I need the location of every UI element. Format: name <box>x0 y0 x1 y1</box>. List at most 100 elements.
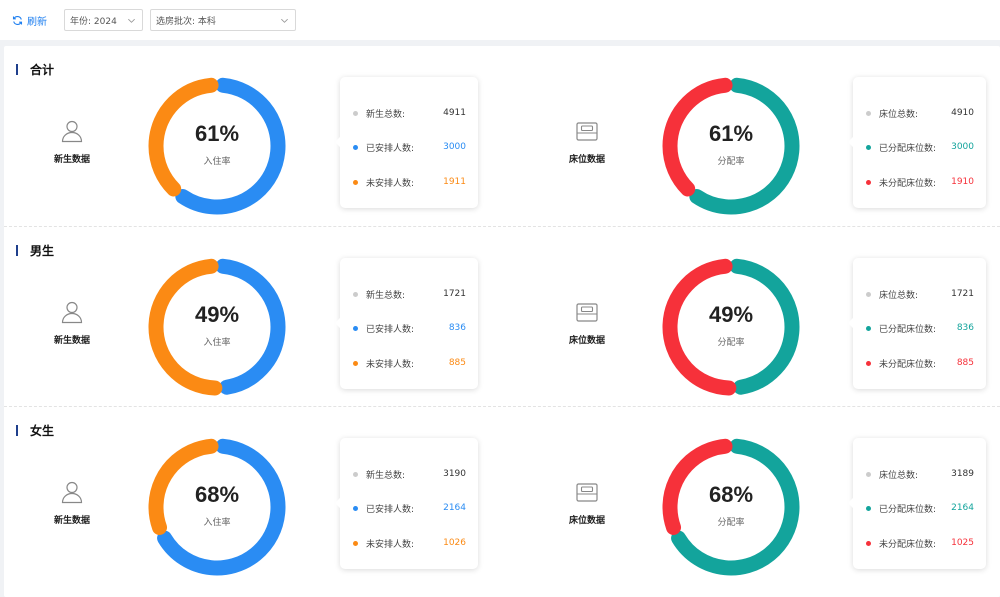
batch-select-value: 本科 <box>197 16 216 27</box>
section-male: 男生 新生数据 49% 入住率 新生总数: 1721 已安排人数: 836 未安… <box>4 226 1000 406</box>
user-icon <box>61 481 83 504</box>
allocation-donut: 61% 分配率 <box>660 75 802 217</box>
donut-percent: 68% <box>194 482 240 507</box>
stat-value: 1911 <box>443 177 466 187</box>
stat-value: 4910 <box>951 108 974 118</box>
legend-dot <box>866 110 871 116</box>
donut-rate-label: 分配率 <box>717 518 745 528</box>
legend-dot <box>866 291 871 297</box>
year-select[interactable]: 年份: 2024 <box>64 9 143 31</box>
bed-block: 床位数据 61% 分配率 床位总数: 4910 已分配床位数: 3000 未分配… <box>517 46 997 226</box>
stat-value: 1721 <box>443 289 466 299</box>
legend-dot <box>353 505 358 511</box>
stat-value: 885 <box>448 358 466 368</box>
stat-label: 未分配床位数: <box>879 539 937 550</box>
stat-label: 未分配床位数: <box>879 178 937 189</box>
section-female: 女生 新生数据 68% 入住率 新生总数: 3190 已安排人数: 2164 未… <box>4 406 1000 586</box>
chevron-down-icon <box>281 18 288 23</box>
donut-rate-label: 分配率 <box>717 157 745 167</box>
student-block: 新生数据 49% 入住率 新生总数: 1721 已安排人数: 836 未安排人数… <box>4 227 484 407</box>
bed-block: 床位数据 49% 分配率 床位总数: 1721 已分配床位数: 836 未分配床… <box>517 227 997 407</box>
donut-rate-label: 分配率 <box>717 338 745 348</box>
stats-card: 床位总数: 4910 已分配床位数: 3000 未分配床位数: 1910 <box>848 77 986 208</box>
student-block: 新生数据 61% 入住率 新生总数: 4911 已安排人数: 3000 未安排人… <box>4 46 484 226</box>
year-select-value: 2024 <box>93 16 117 27</box>
donut-percent: 61% <box>708 121 754 146</box>
legend-dot <box>353 360 358 366</box>
stat-label: 未安排人数: <box>366 178 415 189</box>
legend-dot <box>866 144 871 150</box>
stat-value: 836 <box>448 323 466 333</box>
bed-category: 床位数据 <box>557 479 617 526</box>
stat-value: 885 <box>956 358 974 368</box>
stat-value: 2164 <box>443 503 466 513</box>
stat-row-total: 床位总数: 4910 <box>866 106 974 120</box>
stat-row-assigned: 已分配床位数: 2164 <box>866 501 974 515</box>
toolbar: 刷新 年份: 2024 选房批次: 本科 <box>0 0 1000 40</box>
allocation-donut: 68% 分配率 <box>660 436 802 578</box>
user-icon <box>61 301 83 324</box>
stats-card: 床位总数: 1721 已分配床位数: 836 未分配床位数: 885 <box>848 258 986 389</box>
student-category: 新生数据 <box>42 299 102 346</box>
donut-percent: 68% <box>708 482 754 507</box>
occupancy-donut: 68% 入住率 <box>146 436 288 578</box>
category-label: 床位数据 <box>568 155 605 165</box>
batch-select[interactable]: 选房批次: 本科 <box>150 9 296 31</box>
occupancy-donut: 49% 入住率 <box>146 256 288 398</box>
category-label: 新生数据 <box>53 336 90 346</box>
stat-value: 3000 <box>443 142 466 152</box>
stats-card: 新生总数: 1721 已安排人数: 836 未安排人数: 885 <box>335 258 478 389</box>
stat-label: 未分配床位数: <box>879 359 937 370</box>
legend-dot <box>353 325 358 331</box>
legend-dot <box>353 144 358 150</box>
legend-dot <box>353 291 358 297</box>
legend-dot <box>866 471 871 477</box>
stat-row-assigned: 已分配床位数: 836 <box>866 321 974 335</box>
bed-category: 床位数据 <box>557 299 617 346</box>
stat-label: 已分配床位数: <box>879 504 937 515</box>
stat-row-assigned: 已安排人数: 836 <box>353 321 466 335</box>
student-category: 新生数据 <box>42 118 102 165</box>
donut-rate-label: 入住率 <box>203 518 231 528</box>
stat-label: 新生总数: <box>366 109 406 120</box>
legend-dot <box>866 360 871 366</box>
stat-row-unassigned: 未分配床位数: 885 <box>866 356 974 370</box>
stat-row-total: 床位总数: 3189 <box>866 467 974 481</box>
section-total: 合计 新生数据 61% 入住率 新生总数: 4911 已安排人数: 3000 未… <box>4 46 1000 226</box>
legend-dot <box>353 540 358 546</box>
stat-label: 未安排人数: <box>366 359 415 370</box>
stat-value: 1910 <box>951 177 974 187</box>
stat-label: 新生总数: <box>366 470 406 481</box>
stat-row-unassigned: 未安排人数: 1911 <box>353 175 466 189</box>
stats-panel: 合计 新生数据 61% 入住率 新生总数: 4911 已安排人数: 3000 未… <box>4 46 1000 597</box>
stat-row-total: 新生总数: 4911 <box>353 106 466 120</box>
refresh-button[interactable]: 刷新 <box>12 13 58 28</box>
student-category: 新生数据 <box>42 479 102 526</box>
allocation-donut: 49% 分配率 <box>660 256 802 398</box>
legend-dot <box>353 110 358 116</box>
bed-icon <box>576 122 598 141</box>
legend-dot <box>866 540 871 546</box>
stats-card: 新生总数: 3190 已安排人数: 2164 未安排人数: 1026 <box>335 438 478 569</box>
stat-value: 4911 <box>443 108 466 118</box>
bed-block: 床位数据 68% 分配率 床位总数: 3189 已分配床位数: 2164 未分配… <box>517 407 997 587</box>
category-label: 新生数据 <box>53 516 90 526</box>
year-select-label: 年份: <box>70 16 92 27</box>
bed-icon <box>576 303 598 322</box>
stat-row-total: 新生总数: 1721 <box>353 287 466 301</box>
stat-row-assigned: 已安排人数: 2164 <box>353 501 466 515</box>
stat-label: 已分配床位数: <box>879 324 937 335</box>
stat-label: 已分配床位数: <box>879 143 937 154</box>
stat-value: 3000 <box>951 142 974 152</box>
stat-label: 未安排人数: <box>366 539 415 550</box>
stats-card: 床位总数: 3189 已分配床位数: 2164 未分配床位数: 1025 <box>848 438 986 569</box>
stats-card: 新生总数: 4911 已安排人数: 3000 未安排人数: 1911 <box>335 77 478 208</box>
legend-dot <box>866 505 871 511</box>
stat-row-total: 床位总数: 1721 <box>866 287 974 301</box>
stat-value: 1721 <box>951 289 974 299</box>
legend-dot <box>866 325 871 331</box>
batch-select-label: 选房批次: <box>156 16 196 27</box>
stat-value: 2164 <box>951 503 974 513</box>
stat-label: 已安排人数: <box>366 143 415 154</box>
stat-value: 836 <box>956 323 974 333</box>
